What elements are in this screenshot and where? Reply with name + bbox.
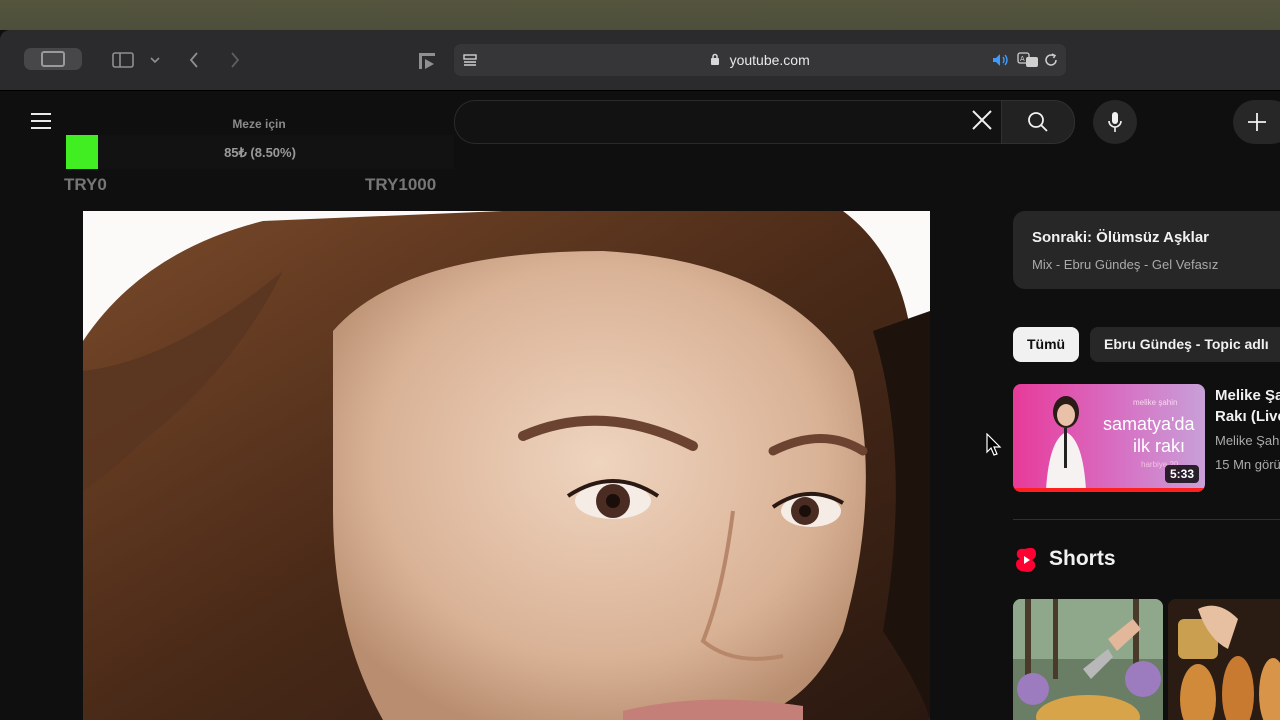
youtube-page: Meze için 85₺ (8.50%) TRY0 TRY1000 Sonra… (0, 91, 1280, 720)
thumbnail-caption-line1: samatya'da (1103, 414, 1195, 434)
video-player[interactable] (83, 211, 930, 720)
chevron-down-icon[interactable] (148, 50, 162, 70)
video-frame-portrait (83, 211, 930, 720)
short-thumbnail-image (1013, 599, 1163, 720)
thumbnail-caption-artist: melike şahin (1133, 398, 1178, 407)
recommendation-title-line2: Rakı (Live (1215, 408, 1280, 425)
svg-text:A: A (1020, 56, 1025, 63)
watch-progress-bar (1013, 488, 1205, 492)
mouse-cursor-icon (986, 433, 1002, 456)
thumbnail-caption-line2: ilk rakı (1133, 436, 1186, 456)
donation-min-label: TRY0 (64, 175, 107, 194)
short-video-thumbnail[interactable] (1168, 599, 1280, 720)
create-button[interactable] (1233, 100, 1280, 144)
filter-chip-all[interactable]: Tümü (1013, 327, 1080, 362)
voice-search-button[interactable] (1093, 100, 1137, 144)
address-bar[interactable]: youtube.com A (454, 44, 1066, 76)
recommendation-title-line1: Melike Şa (1215, 387, 1280, 404)
shorts-heading: Shorts (1049, 547, 1116, 570)
short-thumbnail-image (1168, 599, 1280, 720)
extension-icon[interactable] (416, 50, 438, 72)
macos-menubar (0, 0, 1280, 30)
back-icon[interactable] (185, 50, 203, 70)
plus-icon (1248, 113, 1266, 131)
url-display[interactable]: youtube.com (454, 52, 1066, 68)
donation-progress-value: 85₺ (8.50%) (224, 145, 296, 160)
search-input[interactable] (454, 100, 1001, 144)
translate-icon[interactable]: A (1016, 51, 1040, 69)
tab-overview-button[interactable] (24, 48, 82, 70)
filter-chip-topic[interactable]: Ebru Gündeş - Topic adlı (1090, 327, 1280, 362)
shorts-logo-icon (1016, 547, 1036, 572)
reload-icon[interactable] (1043, 52, 1059, 68)
sidebar-toggle-icon[interactable] (111, 50, 135, 70)
recommendation-channel[interactable]: Melike Şah (1215, 433, 1279, 448)
section-divider (1013, 519, 1280, 520)
recommendation-thumbnail[interactable]: melike şahin samatya'da ilk rakı harbiye… (1013, 384, 1205, 492)
donation-goal-title: Meze için (232, 117, 286, 131)
clear-search-icon[interactable] (968, 109, 996, 133)
recommendation-views: 15 Mn görü (1215, 457, 1280, 472)
recommendation-title[interactable]: Melike Şa Rakı (Live (1215, 385, 1280, 427)
browser-window: youtube.com A Meze için 85₺ (8.50%) TRY0… (0, 30, 1280, 720)
search-icon (1028, 112, 1048, 132)
lock-icon (710, 53, 723, 68)
browser-toolbar: youtube.com A (0, 30, 1280, 91)
up-next-card[interactable]: Sonraki: Ölümsüz Aşklar Mix - Ebru Günde… (1013, 211, 1280, 289)
short-video-thumbnail[interactable] (1013, 599, 1163, 720)
video-duration-badge: 5:33 (1164, 465, 1199, 483)
donation-progress-fill (66, 135, 98, 169)
up-next-title: Sonraki: Ölümsüz Aşklar (1032, 229, 1209, 246)
up-next-subtitle: Mix - Ebru Gündeş - Gel Vefasız (1032, 257, 1219, 272)
microphone-icon (1108, 112, 1122, 132)
forward-icon[interactable] (226, 50, 244, 70)
search-button[interactable] (1001, 100, 1075, 144)
hamburger-menu-icon[interactable] (31, 113, 51, 129)
donation-max-label: TRY1000 (365, 175, 437, 194)
singer-figure (1046, 396, 1086, 490)
audio-playing-icon[interactable] (992, 52, 1010, 68)
url-text: youtube.com (729, 52, 810, 68)
